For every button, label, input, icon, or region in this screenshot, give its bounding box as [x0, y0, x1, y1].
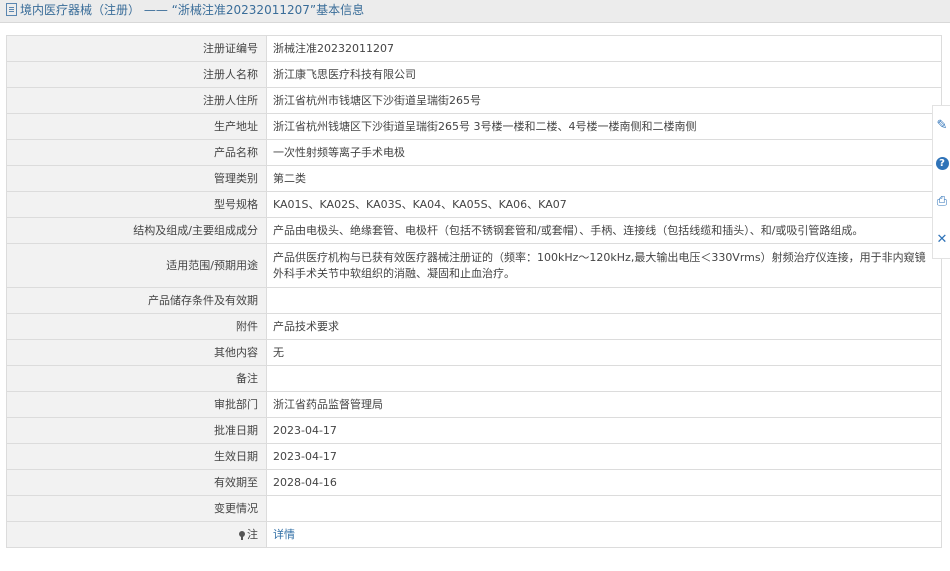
field-value: 产品技术要求	[266, 313, 942, 340]
table-row: 批准日期 2023-04-17	[6, 417, 942, 444]
close-icon[interactable]: ✕	[933, 220, 950, 258]
field-value	[266, 287, 942, 314]
field-value: KA01S、KA02S、KA03S、KA04、KA05S、KA06、KA07	[266, 191, 942, 218]
table-row: 生效日期 2023-04-17	[6, 443, 942, 470]
field-label: 附件	[6, 313, 267, 340]
table-row: 备注	[6, 365, 942, 392]
title-separator: ——	[143, 3, 168, 17]
field-value: 一次性射频等离子手术电极	[266, 139, 942, 166]
edit-glyph: ✎	[936, 117, 948, 133]
close-glyph: ✕	[936, 231, 948, 247]
field-label: 有效期至	[6, 469, 267, 496]
field-label: 管理类别	[6, 165, 267, 192]
table-row: 产品储存条件及有效期	[6, 287, 942, 314]
field-label: 生效日期	[6, 443, 267, 470]
table-row: 结构及组成/主要组成成分 产品由电极头、绝缘套管、电极杆（包括不锈钢套管和/或套帽…	[6, 217, 942, 244]
table-row: 注册证编号 浙械注准20232011207	[6, 35, 942, 62]
table-row: 注册人住所 浙江省杭州市钱塘区下沙街道呈瑞街265号	[6, 87, 942, 114]
table-row: 管理类别 第二类	[6, 165, 942, 192]
field-label: 产品储存条件及有效期	[6, 287, 267, 314]
field-value: 浙械注准20232011207	[266, 35, 942, 62]
field-value: 2023-04-17	[266, 417, 942, 444]
field-label: 生产地址	[6, 113, 267, 140]
field-label: 型号规格	[6, 191, 267, 218]
details-link[interactable]: 详情	[273, 528, 295, 541]
field-value	[266, 365, 942, 392]
side-toolbar: ✎ ? ⎙ ✕	[932, 105, 950, 259]
field-label: 备注	[6, 365, 267, 392]
print-glyph: ⎙	[936, 193, 948, 209]
field-value: 2028-04-16	[266, 469, 942, 496]
table-row: 其他内容无	[6, 339, 942, 366]
field-label: 适用范围/预期用途	[6, 243, 267, 288]
field-label: 批准日期	[6, 417, 267, 444]
field-value: 第二类	[266, 165, 942, 192]
table-row: 有效期至 2028-04-16	[6, 469, 942, 496]
field-label: 产品名称	[6, 139, 267, 166]
table-row: 产品名称 一次性射频等离子手术电极	[6, 139, 942, 166]
edit-icon[interactable]: ✎	[933, 106, 950, 144]
table-row: 变更情况	[6, 495, 942, 522]
table-row: 审批部门 浙江省药品监督管理局	[6, 391, 942, 418]
field-value: 浙江省杭州钱塘区下沙街道呈瑞街265号 3号楼一楼和二楼、4号楼一楼南侧和二楼南…	[266, 113, 942, 140]
field-label: 审批部门	[6, 391, 267, 418]
field-label: 注册证编号	[6, 35, 267, 62]
page-title: “浙械注准20232011207”基本信息	[171, 3, 365, 17]
table-row: 适用范围/预期用途 产品供医疗机构与已获有效医疗器械注册证的（频率：100kHz～…	[6, 243, 942, 288]
field-value: 浙江省杭州市钱塘区下沙街道呈瑞街265号	[266, 87, 942, 114]
note-value-cell: 详情	[266, 521, 942, 548]
note-label-cell: 注	[6, 521, 267, 548]
field-label: 结构及组成/主要组成成分	[6, 217, 267, 244]
field-value: 产品由电极头、绝缘套管、电极杆（包括不锈钢套管和/或套帽）、手柄、连接线（包括线…	[266, 217, 942, 244]
registration-info-table: 注册证编号 浙械注准20232011207 注册人名称 浙江康飞思医疗科技有限公司 …	[6, 35, 942, 548]
table-row: 注册人名称 浙江康飞思医疗科技有限公司	[6, 61, 942, 88]
print-icon[interactable]: ⎙	[933, 182, 950, 220]
pin-icon	[239, 530, 245, 540]
field-value: 浙江康飞思医疗科技有限公司	[266, 61, 942, 88]
document-icon	[6, 3, 17, 16]
field-value	[266, 495, 942, 522]
table-row: 生产地址 浙江省杭州钱塘区下沙街道呈瑞街265号 3号楼一楼和二楼、4号楼一楼南侧…	[6, 113, 942, 140]
field-label: 注册人住所	[6, 87, 267, 114]
page-title-bar: 境内医疗器械（注册） —— “浙械注准20232011207”基本信息	[0, 0, 950, 23]
field-label: 注册人名称	[6, 61, 267, 88]
field-value: 浙江省药品监督管理局	[266, 391, 942, 418]
help-glyph: ?	[935, 156, 949, 170]
field-value: 产品供医疗机构与已获有效医疗器械注册证的（频率：100kHz～120kHz,最大…	[266, 243, 942, 288]
title-category: 境内医疗器械（注册）	[20, 3, 141, 17]
table-row: 附件 产品技术要求	[6, 313, 942, 340]
field-value: 2023-04-17	[266, 443, 942, 470]
help-icon[interactable]: ?	[933, 144, 950, 182]
table-row: 型号规格 KA01S、KA02S、KA03S、KA04、KA05S、KA06、KA…	[6, 191, 942, 218]
note-label: 注	[247, 527, 258, 541]
field-label: 其他内容	[6, 339, 267, 366]
field-value: 无	[266, 339, 942, 366]
note-row: 注 详情	[6, 521, 942, 548]
field-label: 变更情况	[6, 495, 267, 522]
